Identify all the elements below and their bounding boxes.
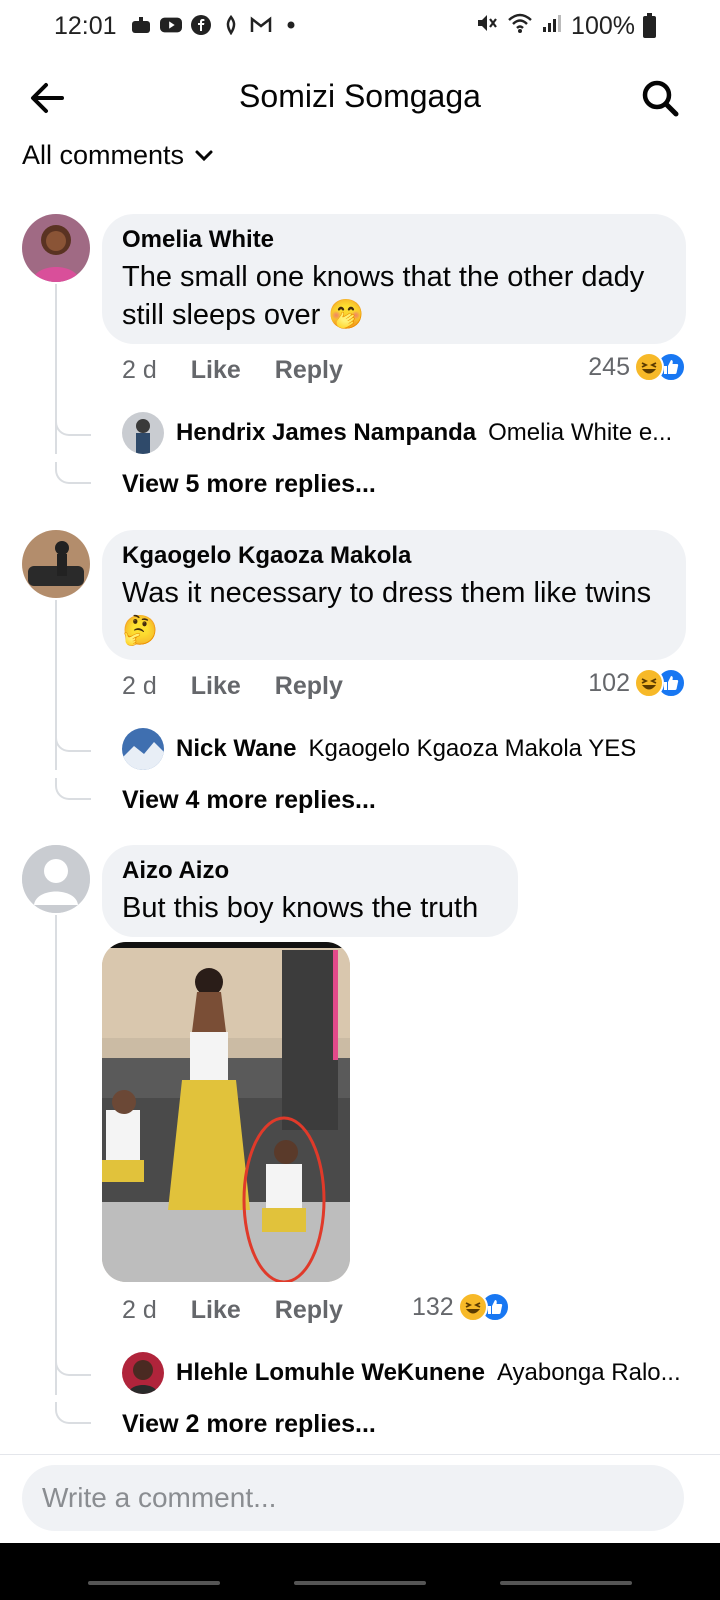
youtube-icon — [160, 14, 182, 36]
status-time: 12:01 — [54, 12, 117, 40]
comment-author[interactable]: Kgaogelo Kgaoza Makola — [122, 542, 666, 570]
reply-button[interactable]: Reply — [275, 672, 343, 701]
comment-actions: 2 d Like Reply — [122, 356, 343, 385]
reply-button[interactable]: Reply — [275, 356, 343, 385]
reaction-summary[interactable]: 102 — [588, 668, 686, 698]
reaction-count: 132 — [412, 1292, 454, 1321]
comment-bubble[interactable]: Omelia White The small one knows that th… — [102, 214, 686, 344]
view-more-replies-link[interactable]: View 2 more replies... — [122, 1410, 376, 1439]
comment-bubble[interactable]: Kgaogelo Kgaoza Makola Was it necessary … — [102, 530, 686, 660]
avatar — [122, 1352, 164, 1394]
reply-preview[interactable]: Nick Wane Kgaogelo Kgaoza Makola YES — [122, 728, 682, 770]
reaction-summary[interactable]: 132 — [412, 1292, 510, 1322]
reply-connector — [55, 730, 91, 752]
app-icon — [220, 14, 242, 36]
wifi-icon — [507, 12, 533, 41]
haha-reaction-icon — [457, 1292, 488, 1322]
reply-button[interactable]: Reply — [275, 1296, 343, 1325]
comment-actions: 2 d Like Reply — [122, 672, 343, 701]
facebook-icon — [190, 14, 212, 36]
reply-author: Nick Wane — [176, 735, 297, 762]
view-more-replies-link[interactable]: View 4 more replies... — [122, 786, 376, 815]
comment-author[interactable]: Omelia White — [122, 226, 666, 254]
reply-text: Kgaogelo Kgaoza Makola YES — [308, 735, 637, 762]
mute-icon — [475, 12, 499, 41]
nav-recents-hint[interactable] — [88, 1581, 220, 1585]
app-header: Somizi Somgaga — [0, 64, 720, 128]
reply-preview[interactable]: Hlehle Lomuhle WeKunene Ayabonga Ralo... — [122, 1352, 682, 1394]
haha-reaction-icon — [634, 352, 664, 382]
comment-input[interactable] — [22, 1465, 684, 1531]
reaction-summary[interactable]: 245 — [588, 352, 686, 382]
haha-reaction-icon — [634, 668, 664, 698]
comment-author[interactable]: Aizo Aizo — [122, 857, 498, 885]
reply-connector — [55, 462, 91, 484]
notification-icons — [130, 14, 302, 36]
reaction-count: 102 — [588, 668, 630, 697]
signal-icon — [541, 12, 563, 41]
like-button[interactable]: Like — [191, 1296, 241, 1325]
nav-home-hint[interactable] — [294, 1581, 426, 1585]
view-more-replies-link[interactable]: View 5 more replies... — [122, 470, 376, 499]
comment-text: Was it necessary to dress them like twin… — [122, 577, 652, 647]
like-button[interactable]: Like — [191, 672, 241, 701]
nav-back-hint[interactable] — [500, 1581, 632, 1585]
page-title: Somizi Somgaga — [239, 78, 481, 114]
reply-author: Hlehle Lomuhle WeKunene — [176, 1359, 485, 1386]
reply-connector — [55, 414, 91, 436]
reply-connector — [55, 1354, 91, 1376]
system-nav-bar — [0, 1543, 720, 1600]
composer-divider — [0, 1454, 720, 1455]
status-bar: 12:01 100% — [0, 0, 720, 52]
search-icon[interactable] — [638, 76, 682, 120]
comments-filter-dropdown[interactable]: All comments — [22, 140, 214, 171]
reply-connector — [55, 1402, 91, 1424]
comment-time: 2 d — [122, 672, 157, 700]
inbox-icon — [130, 14, 152, 36]
battery-level: 100% — [571, 12, 635, 40]
default-avatar-icon[interactable] — [22, 845, 90, 913]
comment-bubble[interactable]: Aizo Aizo But this boy knows the truth — [102, 845, 518, 937]
avatar — [122, 412, 164, 454]
system-icons: 100% — [475, 12, 656, 41]
avatar — [122, 728, 164, 770]
battery-icon — [643, 12, 656, 38]
comment-text: The small one knows that the other dady … — [122, 261, 645, 331]
avatar[interactable] — [22, 530, 90, 598]
comment-time: 2 d — [122, 356, 157, 384]
comment-photo[interactable] — [102, 942, 350, 1282]
thread-line — [55, 915, 57, 1395]
comment-actions: 2 d Like Reply — [122, 1296, 343, 1325]
chevron-down-icon — [195, 150, 213, 161]
like-button[interactable]: Like — [191, 356, 241, 385]
more-notifications-icon — [280, 14, 302, 36]
filter-label: All comments — [22, 140, 185, 170]
comment-text: But this boy knows the truth — [122, 892, 479, 924]
reply-preview[interactable]: Hendrix James Nampanda Omelia White e... — [122, 412, 682, 454]
reaction-count: 245 — [588, 352, 630, 381]
reply-connector — [55, 778, 91, 800]
reply-text: Ayabonga Ralo... — [496, 1359, 681, 1386]
avatar[interactable] — [22, 214, 90, 282]
reply-text: Omelia White e... — [488, 419, 673, 446]
reply-author: Hendrix James Nampanda — [176, 419, 477, 446]
comment-time: 2 d — [122, 1296, 157, 1324]
gmail-icon — [250, 14, 272, 36]
